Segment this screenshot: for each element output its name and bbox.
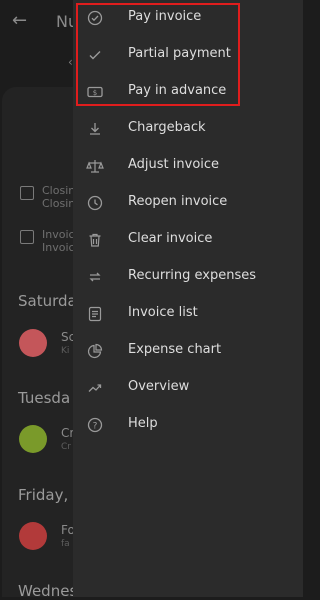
trend-icon (86, 379, 104, 397)
menu-item-label: Recurring expenses (128, 268, 257, 283)
menu-item-label: Invoice list (128, 305, 198, 320)
list-item-subtitle: Cr (61, 442, 71, 452)
menu-item-adjust-invoice[interactable]: Adjust invoice (73, 148, 303, 185)
avatar (19, 329, 47, 357)
info-row-line1: Invoic (42, 228, 75, 241)
list-item-subtitle: Ki (61, 346, 70, 356)
day-header: Wednes (18, 582, 78, 600)
menu-item-help[interactable]: ? Help (73, 407, 303, 444)
day-header: Friday, (18, 486, 69, 504)
menu-item-label: Clear invoice (128, 231, 213, 246)
clock-icon (86, 194, 104, 212)
document-icon (20, 230, 34, 244)
menu-item-chargeback[interactable]: Chargeback (73, 111, 303, 148)
menu-item-invoice-list[interactable]: Invoice list (73, 296, 303, 333)
menu-item-reopen-invoice[interactable]: Reopen invoice (73, 185, 303, 222)
menu-item-label: Help (128, 416, 158, 431)
info-row-line1: Closin (42, 184, 76, 197)
info-row-line2: Closin (42, 197, 76, 210)
list-icon (86, 305, 104, 323)
avatar (19, 522, 47, 550)
list-item-subtitle: fa (61, 539, 70, 549)
avatar (19, 425, 47, 453)
menu-item-recurring-expenses[interactable]: Recurring expenses (73, 259, 303, 296)
menu-item-label: Expense chart (128, 342, 222, 357)
day-header: Saturda (18, 292, 77, 310)
menu-item-overview[interactable]: Overview (73, 370, 303, 407)
trash-icon (86, 231, 104, 249)
menu-item-label: Adjust invoice (128, 157, 220, 172)
menu-item-label: Chargeback (128, 120, 206, 135)
menu-item-label: Overview (128, 379, 190, 394)
back-arrow-icon[interactable]: ← (12, 10, 27, 31)
download-icon (86, 120, 104, 138)
menu-item-expense-chart[interactable]: Expense chart (73, 333, 303, 370)
calendar-icon (20, 186, 34, 200)
pie-chart-icon (86, 342, 104, 360)
menu-item-label: Reopen invoice (128, 194, 228, 209)
info-row-line2: Invoic (42, 241, 75, 254)
repeat-icon (86, 268, 104, 286)
svg-text:?: ? (93, 421, 98, 431)
highlight-box (76, 3, 240, 106)
scale-icon (86, 157, 104, 175)
menu-item-clear-invoice[interactable]: Clear invoice (73, 222, 303, 259)
help-icon: ? (86, 416, 104, 434)
day-header: Tuesda (18, 389, 71, 407)
